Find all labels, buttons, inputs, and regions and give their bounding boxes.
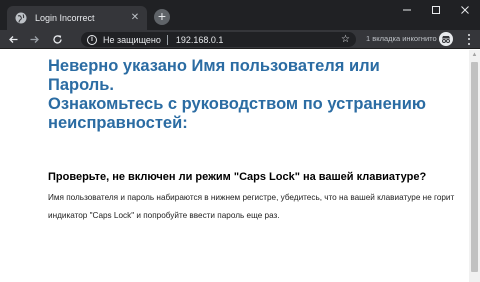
- heading-line-2: Ознакомьтесь с руководством по устранени…: [48, 95, 426, 132]
- incognito-label: 1 вкладка инкогнито: [366, 34, 437, 43]
- error-heading: Неверно указано Имя пользователя или Пар…: [48, 57, 428, 133]
- heading-line-1: Неверно указано Имя пользователя или Пар…: [48, 57, 380, 94]
- reload-icon: [52, 35, 62, 44]
- vertical-scrollbar[interactable]: ▲: [469, 50, 480, 282]
- reload-button[interactable]: [48, 30, 66, 49]
- kebab-menu-icon[interactable]: [464, 33, 474, 46]
- tab-title: Login Incorrect: [35, 13, 95, 23]
- forward-arrow-icon: [30, 36, 39, 43]
- address-bar[interactable]: i Не защищено 192.168.0.1 ☆: [81, 32, 356, 47]
- back-arrow-icon: [8, 36, 17, 43]
- url-divider: [166, 34, 168, 45]
- scroll-up-arrow-icon[interactable]: ▲: [469, 50, 480, 61]
- caps-lock-question: Проверьте, не включен ли режим "Caps Loc…: [48, 171, 427, 183]
- security-label[interactable]: Не защищено: [103, 35, 161, 45]
- browser-toolbar: i Не защищено 192.168.0.1 ☆ 1 вкладка ин…: [0, 30, 480, 49]
- globe-icon: [15, 12, 27, 24]
- incognito-icon[interactable]: [439, 32, 453, 46]
- window-close-button[interactable]: [450, 0, 480, 20]
- tab-strip: Login Incorrect ✕ +: [0, 0, 480, 30]
- incognito-glyph: [442, 36, 450, 43]
- new-tab-button[interactable]: +: [154, 9, 170, 25]
- scroll-thumb[interactable]: [471, 62, 478, 272]
- window-close-icon: [461, 6, 469, 14]
- tab-close-icon[interactable]: ✕: [127, 13, 143, 23]
- back-button[interactable]: [4, 30, 22, 49]
- caps-lock-explanation: Имя пользователя и пароль набираются в н…: [48, 193, 455, 220]
- minimize-icon: [403, 9, 411, 11]
- tab-login-incorrect[interactable]: Login Incorrect ✕: [7, 6, 147, 30]
- forward-button[interactable]: [25, 30, 43, 49]
- maximize-icon: [432, 6, 440, 14]
- minimize-button[interactable]: [392, 0, 422, 20]
- url-text[interactable]: 192.168.0.1: [176, 35, 341, 45]
- maximize-button[interactable]: [421, 0, 451, 20]
- bookmark-star-icon[interactable]: ☆: [341, 34, 350, 45]
- info-icon[interactable]: i: [87, 34, 97, 45]
